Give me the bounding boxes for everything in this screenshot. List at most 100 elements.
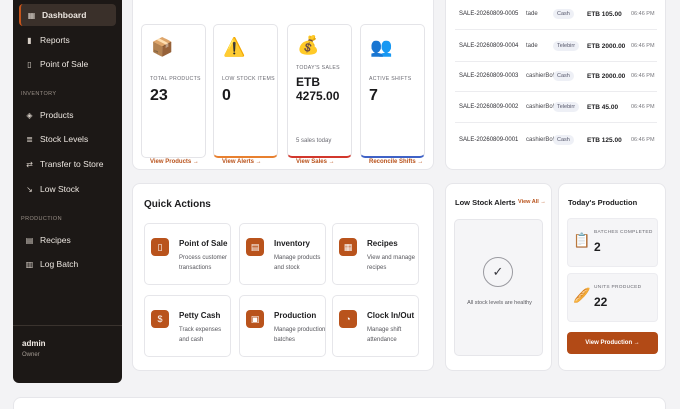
quick-action-name: Clock In/Out xyxy=(367,311,415,320)
stat-label: TODAY'S SALES xyxy=(296,65,340,71)
sale-user: tade xyxy=(526,43,538,49)
bread-icon: 🥖 xyxy=(573,287,591,303)
quick-action-name: Production xyxy=(274,311,317,320)
reconcile-shifts-link[interactable]: Reconcile Shifts → xyxy=(369,159,423,165)
quick-action-recipes[interactable]: ▦ Recipes View and manage recipes xyxy=(332,223,419,285)
view-products-link[interactable]: View Products → xyxy=(150,159,199,165)
payment-badge: Telebirr xyxy=(553,41,580,51)
sidebar-item-point-of-sale[interactable]: ▯ Point of Sale xyxy=(19,53,116,75)
clock-icon: ◔ xyxy=(339,310,357,328)
sale-id: SALE-20260809-0001 xyxy=(459,137,519,143)
sidebar-item-low-stock[interactable]: ↘ Low Stock xyxy=(19,178,116,200)
stat-card-total-products: 📦 TOTAL PRODUCTS 23 View Products → xyxy=(141,24,206,165)
sidebar-item-stock-levels[interactable]: ≣ Stock Levels xyxy=(19,128,116,150)
bottom-panel xyxy=(13,397,666,409)
sidebar-item-label: Products xyxy=(40,110,74,120)
sidebar-item-label: Recipes xyxy=(40,235,71,245)
sidebar-item-log-batch[interactable]: ▥ Log Batch xyxy=(19,253,116,275)
package-icon: 📦 xyxy=(151,37,174,57)
warning-icon: ⚠️ xyxy=(223,37,246,57)
dollar-icon: $ xyxy=(151,310,169,328)
sidebar-item-reports[interactable]: ▮ Reports xyxy=(19,29,116,51)
inventory-icon: ▤ xyxy=(246,238,264,256)
stat-value: 0 xyxy=(222,87,231,104)
quick-actions-title: Quick Actions xyxy=(144,199,211,210)
units-value: 22 xyxy=(594,295,608,309)
sidebar-item-label: Dashboard xyxy=(42,10,87,20)
view-alerts-link[interactable]: View Alerts → xyxy=(222,159,262,165)
sidebar: ▦ Dashboard ▮ Reports ▯ Point of Sale IN… xyxy=(13,0,122,383)
grid-icon: ▦ xyxy=(27,10,36,20)
sidebar-item-label: Stock Levels xyxy=(40,134,89,144)
sale-user: tade xyxy=(526,11,538,17)
quick-action-point-of-sale[interactable]: ▯ Point of Sale Process customer transac… xyxy=(144,223,231,285)
quick-action-production[interactable]: ▣ Production Manage production batches xyxy=(239,295,326,357)
quick-action-desc: View and manage recipes xyxy=(367,255,415,271)
quick-action-inventory[interactable]: ▤ Inventory Manage products and stock xyxy=(239,223,326,285)
money-bag-icon: 💰 xyxy=(297,35,320,55)
sidebar-item-dashboard[interactable]: ▦ Dashboard xyxy=(19,4,116,26)
sale-amount: ETB 45.00 xyxy=(587,104,619,111)
stat-card-active-shifts: 👥 ACTIVE SHIFTS 7 Reconcile Shifts → xyxy=(360,24,425,165)
section-label-inventory: INVENTORY xyxy=(21,91,57,97)
stat-card-low-stock: ⚠️ LOW STOCK ITEMS 0 View Alerts → xyxy=(213,24,278,165)
payment-badge: Cash xyxy=(553,9,574,19)
batches-label: BATCHES COMPLETED xyxy=(594,230,653,235)
user-name[interactable]: admin xyxy=(22,339,46,348)
sidebar-item-products[interactable]: ◈ Products xyxy=(19,104,116,126)
sale-time: 06:46 PM xyxy=(631,43,655,49)
quick-action-desc: Manage shift attendance xyxy=(367,327,402,343)
stat-value: ETB 4275.00 xyxy=(296,75,340,103)
sidebar-item-recipes[interactable]: ▤ Recipes xyxy=(19,229,116,251)
stat-label: ACTIVE SHIFTS xyxy=(369,76,412,82)
units-produced-card: 🥖 UNITS PRODUCED 22 xyxy=(567,273,658,322)
low-stock-empty-state: ✓ All stock levels are healthy xyxy=(454,219,543,356)
transfer-icon: ⇄ xyxy=(26,159,33,169)
stat-subtext: 5 sales today xyxy=(296,138,332,144)
stat-label: TOTAL PRODUCTS xyxy=(150,76,201,82)
sale-id: SALE-20260809-0004 xyxy=(459,43,519,49)
sidebar-divider xyxy=(13,325,122,326)
user-role: Owner xyxy=(22,352,40,358)
sale-amount: ETB 125.00 xyxy=(587,137,622,144)
bar-chart-icon: ▮ xyxy=(27,35,32,45)
stat-value: 23 xyxy=(150,87,168,104)
quick-action-name: Recipes xyxy=(367,239,398,248)
sidebar-item-transfer-to-store[interactable]: ⇄ Transfer to Store xyxy=(19,153,116,175)
section-label-production: PRODUCTION xyxy=(21,216,62,222)
sale-time: 06:46 PM xyxy=(631,104,655,110)
sale-amount: ETB 105.00 xyxy=(587,11,622,18)
table-row[interactable]: SALE-20260809-0001 cashierBole Cash ETB … xyxy=(455,126,657,156)
view-production-button[interactable]: View Production → xyxy=(567,332,658,354)
sidebar-item-label: Log Batch xyxy=(40,259,79,269)
sale-id: SALE-20260809-0005 xyxy=(459,11,519,17)
box-icon: ◈ xyxy=(26,110,33,120)
sidebar-item-label: Reports xyxy=(40,35,70,45)
payment-badge: Cash xyxy=(553,71,574,81)
quick-action-name: Inventory xyxy=(274,239,311,248)
table-row[interactable]: SALE-20260809-0003 cashierBole Cash ETB … xyxy=(455,62,657,92)
sidebar-item-label: Transfer to Store xyxy=(40,159,104,169)
table-row[interactable]: SALE-20260809-0005 tade Cash ETB 105.00 … xyxy=(455,0,657,30)
quick-action-name: Point of Sale xyxy=(179,239,228,248)
table-row[interactable]: SALE-20260809-0002 cashierBole Telebirr … xyxy=(455,93,657,123)
clipboard-icon: ▥ xyxy=(25,259,34,269)
trend-down-icon: ↘ xyxy=(26,184,33,194)
batches-completed-card: 📋 BATCHES COMPLETED 2 xyxy=(567,218,658,267)
sale-amount: ETB 2000.00 xyxy=(587,73,626,80)
quick-action-desc: Process customer transactions xyxy=(179,255,228,271)
payment-badge: Cash xyxy=(553,135,574,145)
quick-action-desc: Track expenses and cash xyxy=(179,327,222,343)
quick-action-petty-cash[interactable]: $ Petty Cash Track expenses and cash xyxy=(144,295,231,357)
quick-action-clock-in-out[interactable]: ◔ Clock In/Out Manage shift attendance xyxy=(332,295,419,357)
table-row[interactable]: SALE-20260809-0004 tade Telebirr ETB 200… xyxy=(455,32,657,62)
sale-time: 06:46 PM xyxy=(631,11,655,17)
view-sales-link[interactable]: View Sales → xyxy=(296,159,335,165)
sale-time: 06:46 PM xyxy=(631,73,655,79)
layers-icon: ≣ xyxy=(26,134,33,144)
calendar-icon: ▣ xyxy=(246,310,264,328)
view-all-link[interactable]: View All → xyxy=(518,199,546,205)
recipe-icon: ▦ xyxy=(339,238,357,256)
low-stock-title: Low Stock Alerts xyxy=(455,198,516,207)
production-title: Today's Production xyxy=(568,198,638,207)
